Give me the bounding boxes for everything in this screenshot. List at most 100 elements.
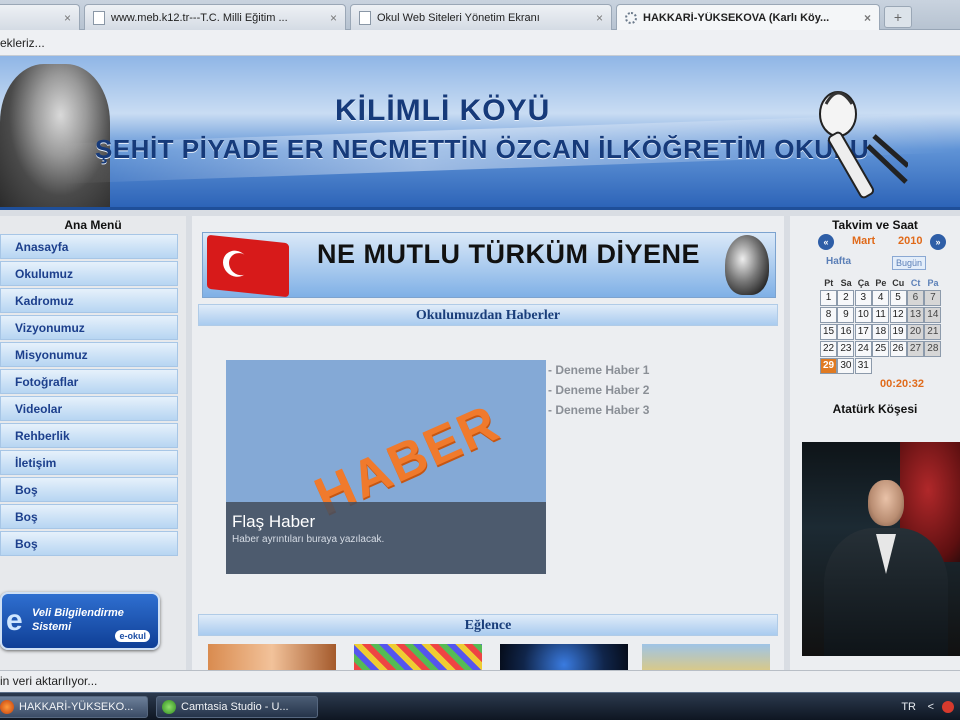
ataturk-corner-title: Atatürk Köşesi (832, 402, 918, 416)
fun-thumbnail-2[interactable] (354, 644, 482, 670)
menu-item-bos-1[interactable]: Boş (0, 477, 178, 502)
fun-section-title: Eğlence (198, 614, 778, 636)
language-indicator[interactable]: TR (901, 693, 916, 720)
menu-item-bos-2[interactable]: Boş (0, 504, 178, 529)
news-item[interactable]: - Deneme Haber 3 (548, 400, 649, 420)
main-content: NE MUTLU TÜRKÜM DİYENE Okulumuzdan Haber… (192, 216, 784, 670)
calendar-day[interactable]: 11 (872, 307, 890, 323)
calendar-day[interactable]: 5 (889, 290, 907, 306)
bookmarks-text[interactable]: ekleriz... (0, 36, 45, 50)
calendar-day[interactable]: 20 (906, 324, 924, 340)
weekday-label: Pe (875, 278, 887, 288)
tab-label: Okul Web Siteleri Yönetim Ekranı (377, 11, 540, 24)
menu-item-kadromuz[interactable]: Kadromuz (0, 288, 178, 313)
calendar-day[interactable]: 30 (837, 358, 855, 374)
menu-item-iletisim[interactable]: İletişim (0, 450, 178, 475)
taskbar-item-camtasia[interactable]: Camtasia Studio - U... (156, 696, 318, 718)
tab-close-icon[interactable]: × (64, 11, 71, 25)
browser-tab-1[interactable]: www.meb.k12.tr---T.C. Milli Eğitim ... × (84, 4, 346, 30)
calendar-day[interactable]: 22 (820, 341, 837, 357)
tray-expand-icon[interactable]: < (928, 693, 934, 720)
slogan-banner: NE MUTLU TÜRKÜM DİYENE (202, 232, 776, 298)
calendar-day[interactable]: 10 (854, 307, 872, 323)
menu-item-okulumuz[interactable]: Okulumuz (0, 261, 178, 286)
calendar-day[interactable]: 19 (889, 324, 907, 340)
calendar-tabs: Hafta Bugün (826, 256, 942, 270)
calendar-day[interactable]: 23 (837, 341, 855, 357)
calendar-prev-icon[interactable]: « (818, 234, 834, 250)
browser-status-bar: in veri aktarılıyor... (0, 670, 960, 692)
veli-text: Veli Bilgilendirme Sistemi (32, 606, 124, 634)
calendar-day[interactable]: 1 (820, 290, 837, 306)
news-item[interactable]: - Deneme Haber 1 (548, 360, 649, 380)
clock: 00:20:32 (880, 378, 925, 390)
calendar-week-tab[interactable]: Hafta (826, 256, 851, 267)
weekday-label: Cu (892, 278, 905, 288)
menu-item-videolar[interactable]: Videolar (0, 396, 178, 421)
calendar-day[interactable]: 4 (872, 290, 890, 306)
calendar-day[interactable]: 21 (924, 324, 942, 340)
veli-bilgilendirme-button[interactable]: e Veli Bilgilendirme Sistemi e-okul (0, 592, 160, 650)
calendar-day[interactable]: 8 (820, 307, 837, 323)
calendar-week-row: 1 2 3 4 5 6 7 (820, 290, 942, 307)
calendar-day[interactable]: 25 (872, 341, 890, 357)
calendar-day[interactable]: 7 (924, 290, 942, 306)
news-caption-subtitle: Haber ayrıntıları buraya yazılacak. (232, 534, 385, 545)
menu-item-bos-3[interactable]: Boş (0, 531, 178, 556)
calendar-next-icon[interactable]: » (930, 234, 946, 250)
news-list: - Deneme Haber 1 - Deneme Haber 2 - Dene… (548, 360, 649, 420)
new-tab-button[interactable]: + (884, 6, 912, 28)
menu-item-rehberlik[interactable]: Rehberlik (0, 423, 178, 448)
calendar-month: Mart (852, 235, 876, 247)
camtasia-icon (162, 700, 176, 714)
calendar-day[interactable]: 14 (924, 307, 942, 323)
browser-tab-2[interactable]: Okul Web Siteleri Yönetim Ekranı × (350, 4, 612, 30)
calendar-day[interactable]: 31 (854, 358, 872, 374)
calendar-day[interactable]: 12 (889, 307, 907, 323)
calendar-day[interactable]: 13 (906, 307, 924, 323)
calendar-day[interactable]: 26 (889, 341, 907, 357)
site-banner: KİLİMLİ KÖYÜ ŞEHİT PİYADE ER NECMETTİN Ö… (0, 56, 960, 210)
menu-item-misyonumuz[interactable]: Misyonumuz (0, 342, 178, 367)
calendar-day[interactable]: 6 (906, 290, 924, 306)
calendar-day[interactable]: 2 (837, 290, 855, 306)
calendar-day[interactable]: 16 (837, 324, 855, 340)
menu-item-anasayfa[interactable]: Anasayfa (0, 234, 178, 259)
turkish-flag-icon (207, 234, 289, 297)
fun-thumbnail-3[interactable] (500, 644, 628, 670)
calendar-today-button[interactable]: Bugün (892, 256, 927, 270)
calendar-day[interactable]: 24 (854, 341, 872, 357)
menu-item-fotograflar[interactable]: Fotoğraflar (0, 369, 178, 394)
news-item[interactable]: - Deneme Haber 2 (548, 380, 649, 400)
calendar-day[interactable]: 15 (820, 324, 837, 340)
browser-tab-3[interactable]: HAKKARİ-YÜKSEKOVA (Karlı Köy... × (616, 4, 880, 31)
news-caption-title: Flaş Haber (232, 512, 316, 531)
fun-thumbnail-1[interactable] (208, 644, 336, 670)
tab-close-icon[interactable]: × (330, 11, 337, 25)
calendar-day[interactable]: 17 (854, 324, 872, 340)
fun-thumbnail-4[interactable] (642, 644, 770, 670)
taskbar-item-label: Camtasia Studio - U... (181, 701, 289, 713)
ataturk-portrait-image (0, 64, 110, 207)
browser-tab-0[interactable]: × (0, 4, 80, 30)
veli-line1: Veli Bilgilendirme (32, 607, 124, 619)
calendar-week-row: 22 23 24 25 26 27 28 (820, 341, 942, 358)
calendar-day[interactable]: 28 (924, 341, 942, 357)
calendar-day[interactable]: 9 (837, 307, 855, 323)
banner-village-title: KİLİMLİ KÖYÜ (335, 94, 551, 127)
tab-close-icon[interactable]: × (596, 11, 603, 25)
weekday-label: Pa (927, 278, 939, 288)
tray-alert-icon[interactable] (942, 701, 954, 713)
calendar-day[interactable]: 3 (854, 290, 872, 306)
calendar-day[interactable]: 18 (872, 324, 890, 340)
calendar-day[interactable]: 27 (906, 341, 924, 357)
veli-line2: Sistemi (32, 621, 72, 633)
taskbar-item-browser[interactable]: HAKKARİ-YÜKSEKO... (0, 696, 148, 718)
slogan-text: NE MUTLU TÜRKÜM DİYENE (317, 239, 700, 269)
tab-close-icon[interactable]: × (864, 11, 871, 25)
news-slideshow[interactable]: HABER Flaş Haber Haber ayrıntıları buray… (226, 360, 546, 574)
calendar-day-today[interactable]: 29 (820, 358, 837, 374)
ataturk-photo[interactable] (802, 442, 960, 656)
menu-item-vizyonumuz[interactable]: Vizyonumuz (0, 315, 178, 340)
e-okul-badge: e-okul (115, 630, 150, 642)
